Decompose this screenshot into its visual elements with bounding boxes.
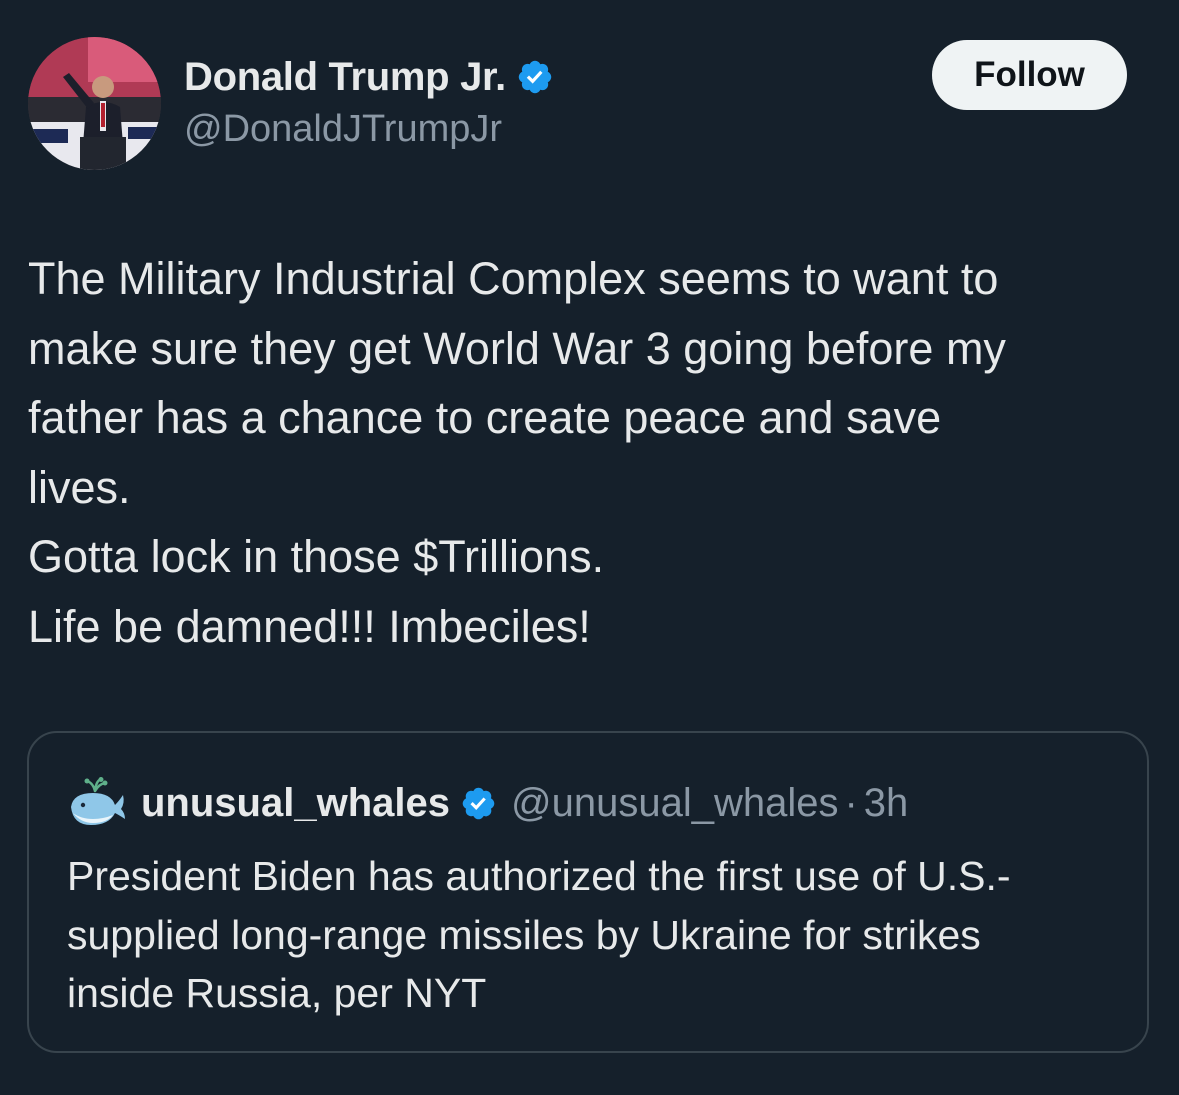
quoted-text-line: supplied long-range missiles by Ukraine … bbox=[67, 911, 981, 958]
tweet-text-line: lives. bbox=[28, 461, 131, 513]
author-handle[interactable]: @DonaldJTrumpJr bbox=[184, 108, 502, 151]
quoted-timestamp[interactable]: 3h bbox=[864, 781, 909, 826]
follow-button[interactable]: Follow bbox=[932, 40, 1127, 110]
tweet-text-line: Life be damned!!! Imbeciles! bbox=[28, 600, 591, 652]
quoted-tweet-card[interactable]: unusual_whales @unusual_whales · 3h Pres… bbox=[27, 731, 1149, 1053]
quoted-tweet-header: unusual_whales @unusual_whales · 3h bbox=[67, 777, 908, 829]
quoted-separator: · bbox=[844, 780, 858, 825]
quoted-text-line: inside Russia, per NYT bbox=[67, 970, 487, 1016]
verified-badge-icon bbox=[516, 58, 554, 96]
tweet-text: The Military Industrial Complex seems to… bbox=[28, 244, 1158, 661]
whale-icon[interactable] bbox=[67, 777, 127, 829]
tweet-text-line: Gotta lock in those $Trillions. bbox=[28, 531, 605, 582]
quoted-text-line: President Biden has authorized the first… bbox=[67, 853, 1011, 899]
author-display-name[interactable]: Donald Trump Jr. bbox=[184, 55, 506, 100]
author-avatar-image bbox=[28, 37, 161, 170]
tweet-text-line: make sure they get World War 3 going bef… bbox=[28, 322, 1006, 374]
verified-badge-icon bbox=[460, 785, 497, 822]
tweet-text-line: The Military Industrial Complex seems to… bbox=[28, 253, 999, 304]
quoted-handle[interactable]: @unusual_whales bbox=[511, 781, 838, 826]
tweet: Donald Trump Jr. @DonaldJTrumpJr Follow … bbox=[0, 0, 1179, 1095]
quoted-display-name[interactable]: unusual_whales bbox=[141, 781, 450, 826]
author-name-row: Donald Trump Jr. bbox=[184, 52, 554, 102]
quoted-tweet-text: President Biden has authorized the first… bbox=[67, 847, 1127, 1023]
tweet-text-line: father has a chance to create peace and … bbox=[28, 392, 942, 443]
author-avatar[interactable] bbox=[28, 37, 161, 170]
